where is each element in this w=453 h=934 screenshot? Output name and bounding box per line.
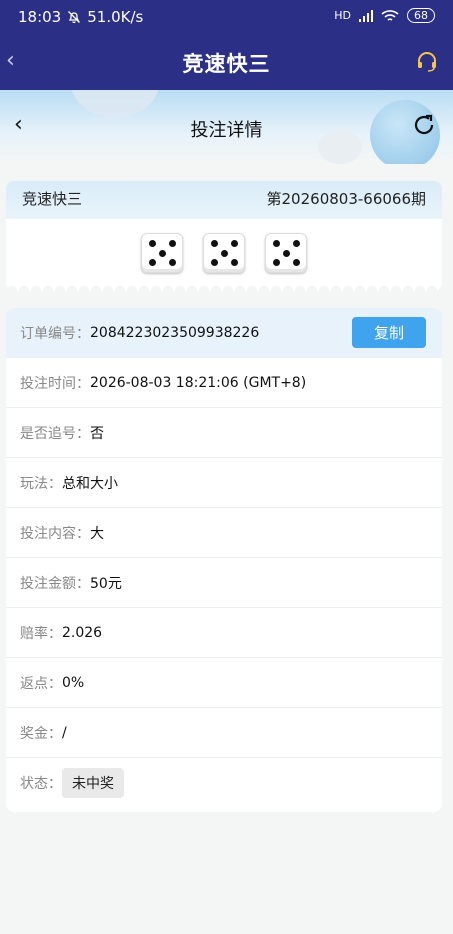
signal-icon (359, 9, 373, 22)
sub-header: ‹ 投注详情 (0, 90, 453, 164)
die-pip (292, 240, 300, 247)
status-label: 状态： (20, 776, 62, 792)
detail-label: 奖金： (20, 725, 62, 742)
draw-header: 竞速快三 第20260803-66066期 (6, 181, 442, 219)
detail-value: 否 (90, 425, 104, 442)
draw-result-card: 竞速快三 第20260803-66066期 (6, 181, 442, 291)
network-speed: 51.0K/s (87, 8, 144, 26)
die-face-icon (141, 233, 183, 273)
wifi-icon (381, 9, 399, 21)
chase-row: 是否追号：否 (6, 408, 442, 458)
die-pip (292, 259, 300, 266)
die-face-icon (265, 233, 307, 273)
order-number-label: 订单编号： (20, 325, 90, 342)
die-pip (220, 249, 228, 257)
die-pip (148, 259, 156, 266)
detail-value: 大 (90, 525, 104, 542)
detail-label: 投注内容： (20, 525, 90, 542)
die-pip (282, 249, 290, 257)
refresh-icon[interactable] (411, 112, 437, 142)
order-number-value: 2084223023509938226 (90, 324, 260, 341)
bet-time-row: 投注时间： 2026-08-03 18:21:06 (GMT+8) (6, 358, 442, 408)
detail-value: 0% (62, 674, 85, 691)
odds-row: 赔率： 2.026 (6, 608, 442, 658)
die-pip (272, 259, 280, 266)
detail-label: 是否追号： (20, 425, 90, 442)
die-pip (168, 259, 176, 266)
detail-value: 2026-08-03 18:21:06 (GMT+8) (90, 374, 307, 391)
die-pip (230, 240, 238, 247)
wave-edge (6, 283, 442, 291)
rebate-row: 返点： 0% (6, 658, 442, 708)
status-row: 状态： 未中奖 (6, 758, 442, 808)
status-bar: 18:03 51.0K/s HD 68 (0, 0, 453, 34)
detail-label: 投注时间： (20, 375, 90, 392)
detail-label: 返点： (20, 675, 62, 692)
app-header: 18:03 51.0K/s HD 68 ‹ 竞速快三 (0, 0, 453, 90)
detail-label: 玩法： (20, 475, 62, 492)
die-pip (210, 259, 218, 266)
decorative-ball (70, 90, 160, 118)
detail-value: 总和大小 (62, 475, 118, 492)
title-bar: ‹ 竞速快三 (0, 40, 453, 86)
page-title: 投注详情 (190, 120, 263, 141)
order-number-row: 订单编号： 2084223023509938226 复制 (6, 308, 442, 358)
detail-label: 赔率： (20, 625, 62, 642)
game-name: 竞速快三 (22, 190, 83, 208)
detail-value: / (62, 724, 67, 741)
die-pip (148, 240, 156, 247)
dice-row (6, 233, 442, 273)
die-pip (272, 240, 280, 247)
copy-button[interactable]: 复制 (352, 317, 426, 348)
bell-off-icon (68, 11, 81, 24)
bet-details-card: 订单编号： 2084223023509938226 复制 投注时间： 2026-0… (6, 308, 442, 812)
detail-value: 50元 (90, 575, 122, 592)
die-pip (210, 240, 218, 247)
die-pip (168, 240, 176, 247)
battery-icon: 68 (407, 8, 435, 23)
issue-number: 第20260803-66066期 (266, 190, 426, 208)
status-time: 18:03 (18, 8, 62, 26)
prize-row: 奖金： / (6, 708, 442, 758)
status-badge: 未中奖 (62, 768, 124, 798)
play-type-row: 玩法： 总和大小 (6, 458, 442, 508)
bet-amount-row: 投注金额： 50元 (6, 558, 442, 608)
die-pip (158, 249, 166, 257)
network-type: HD (334, 9, 351, 22)
die-pip (230, 259, 238, 266)
bet-content-row: 投注内容：大 (6, 508, 442, 558)
app-title: 竞速快三 (182, 52, 271, 76)
customer-service-icon[interactable] (415, 50, 439, 78)
detail-value: 2.026 (62, 624, 103, 641)
detail-label: 投注金额： (20, 575, 90, 592)
die-face-icon (203, 233, 245, 273)
